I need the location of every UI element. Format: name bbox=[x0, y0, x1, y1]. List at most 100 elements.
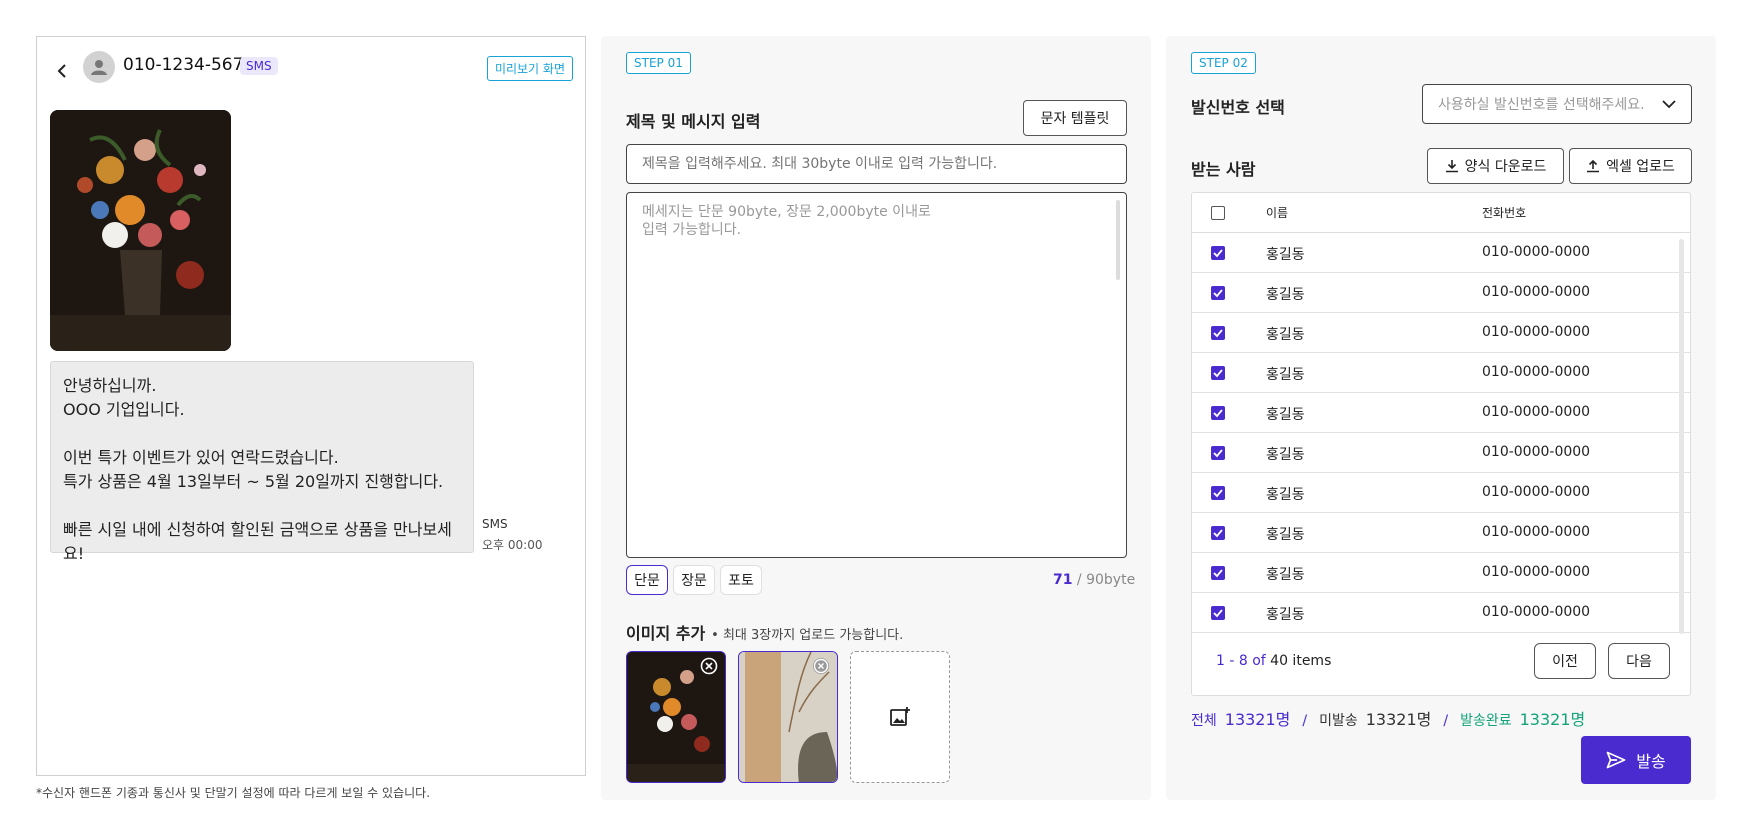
table-row[interactable]: 홍길동 010-0000-0000 bbox=[1192, 313, 1690, 353]
row-checkbox[interactable] bbox=[1211, 486, 1225, 500]
summary-unsent-label: 미발송 bbox=[1319, 713, 1358, 729]
template-button[interactable]: 문자 템플릿 bbox=[1023, 100, 1127, 136]
upload-icon bbox=[1587, 159, 1600, 173]
message-type-badge: SMS bbox=[240, 57, 278, 75]
row-name: 홍길동 bbox=[1266, 327, 1305, 343]
step2-panel: STEP 02 발신번호 선택 사용하실 발신번호를 선택해주세요. 받는 사람… bbox=[1166, 36, 1716, 800]
page-range: 1 - 8 of bbox=[1216, 653, 1266, 669]
header-phone: 전화번호 bbox=[1482, 206, 1527, 220]
type-long-button[interactable]: 장문 bbox=[673, 565, 715, 595]
download-icon bbox=[1445, 160, 1458, 173]
table-row[interactable]: 홍길동 010-0000-0000 bbox=[1192, 393, 1690, 433]
page-info: 1 - 8 of 40 items bbox=[1216, 653, 1331, 669]
back-icon[interactable] bbox=[51, 59, 75, 83]
message-bubble: 안녕하십니까. OOO 기업입니다. 이번 특가 이벤트가 있어 연락드렸습니다… bbox=[50, 361, 474, 563]
row-checkbox[interactable] bbox=[1211, 286, 1225, 300]
row-name: 홍길동 bbox=[1266, 447, 1305, 463]
row-phone: 010-0000-0000 bbox=[1482, 484, 1591, 500]
row-checkbox[interactable] bbox=[1211, 246, 1225, 260]
next-page-button[interactable]: 다음 bbox=[1608, 643, 1670, 679]
header-name: 이름 bbox=[1266, 206, 1289, 220]
recipient-phone: 010-1234-5678 bbox=[123, 55, 255, 75]
message-preview-panel: 010-1234-5678 SMS 미리보기 화면 안녕하십니까. OOO 기업… bbox=[36, 36, 586, 776]
byte-count: 71 bbox=[1053, 572, 1073, 588]
select-all-checkbox[interactable] bbox=[1211, 206, 1225, 220]
page-total: 40 items bbox=[1265, 653, 1332, 669]
row-name: 홍길동 bbox=[1266, 527, 1305, 543]
table-row[interactable]: 홍길동 010-0000-0000 bbox=[1192, 273, 1690, 313]
step1-panel: STEP 01 제목 및 메시지 입력 문자 템플릿 메세지는 단문 90byt… bbox=[601, 36, 1151, 800]
recipients-title: 받는 사람 bbox=[1191, 160, 1256, 179]
row-checkbox[interactable] bbox=[1211, 606, 1225, 620]
send-icon bbox=[1606, 751, 1626, 769]
person-icon bbox=[91, 60, 107, 75]
download-template-button[interactable]: 양식 다운로드 bbox=[1427, 148, 1564, 184]
table-row[interactable]: 홍길동 010-0000-0000 bbox=[1192, 593, 1690, 633]
send-summary: 전체 13321명 / 미발송 13321명 / 발송완료 13321명 bbox=[1191, 706, 1585, 730]
message-meta-time: 오후 00:00 bbox=[482, 538, 543, 552]
table-row[interactable]: 홍길동 010-0000-0000 bbox=[1192, 473, 1690, 513]
subject-input[interactable] bbox=[626, 144, 1127, 184]
row-phone: 010-0000-0000 bbox=[1482, 364, 1591, 380]
send-button[interactable]: 발송 bbox=[1581, 736, 1691, 784]
row-phone: 010-0000-0000 bbox=[1482, 524, 1591, 540]
row-phone: 010-0000-0000 bbox=[1482, 404, 1591, 420]
image-section-header: 이미지 추가 • 최대 3장까지 업로드 가능합니다. bbox=[626, 620, 903, 644]
excel-upload-button[interactable]: 엑셀 업로드 bbox=[1569, 148, 1692, 184]
summary-total-label: 전체 bbox=[1191, 713, 1217, 729]
download-template-label: 양식 다운로드 bbox=[1464, 159, 1547, 175]
send-button-label: 발송 bbox=[1636, 752, 1666, 771]
row-phone: 010-0000-0000 bbox=[1482, 244, 1591, 260]
summary-sent-value: 13321명 bbox=[1519, 710, 1586, 729]
table-row[interactable]: 홍길동 010-0000-0000 bbox=[1192, 233, 1690, 273]
message-textarea[interactable]: 메세지는 단문 90byte, 장문 2,000byte 이내로 입력 가능합니… bbox=[626, 192, 1127, 558]
remove-image-2-icon[interactable] bbox=[812, 657, 830, 675]
row-name: 홍길동 bbox=[1266, 567, 1305, 583]
sender-title: 발신번호 선택 bbox=[1191, 98, 1285, 117]
summary-unsent-value: 13321명 bbox=[1365, 710, 1432, 729]
row-name: 홍길동 bbox=[1266, 287, 1305, 303]
row-phone: 010-0000-0000 bbox=[1482, 324, 1591, 340]
row-name: 홍길동 bbox=[1266, 407, 1305, 423]
table-body: 홍길동 010-0000-0000 홍길동 010-0000-0000 홍길동 010-0… bbox=[1192, 233, 1690, 633]
row-checkbox[interactable] bbox=[1211, 366, 1225, 380]
step2-badge: STEP 02 bbox=[1191, 52, 1256, 74]
table-scrollbar[interactable] bbox=[1679, 239, 1684, 634]
sender-select[interactable]: 사용하실 발신번호를 선택해주세요. bbox=[1422, 84, 1692, 124]
row-checkbox[interactable] bbox=[1211, 446, 1225, 460]
image-section-title: 이미지 추가 bbox=[626, 624, 706, 643]
row-checkbox[interactable] bbox=[1211, 526, 1225, 540]
textarea-scrollbar[interactable] bbox=[1116, 200, 1120, 280]
avatar bbox=[83, 51, 115, 83]
row-checkbox[interactable] bbox=[1211, 326, 1225, 340]
table-row[interactable]: 홍길동 010-0000-0000 bbox=[1192, 513, 1690, 553]
preview-screen-button[interactable]: 미리보기 화면 bbox=[486, 56, 573, 81]
remove-image-1-icon[interactable] bbox=[700, 657, 718, 675]
row-phone: 010-0000-0000 bbox=[1482, 284, 1591, 300]
add-image-button[interactable] bbox=[850, 651, 950, 783]
row-phone: 010-0000-0000 bbox=[1482, 564, 1591, 580]
table-row[interactable]: 홍길동 010-0000-0000 bbox=[1192, 433, 1690, 473]
row-name: 홍길동 bbox=[1266, 247, 1305, 263]
chevron-down-icon bbox=[1662, 99, 1676, 108]
type-short-button[interactable]: 단문 bbox=[626, 565, 668, 595]
table-pagination: 1 - 8 of 40 items 이전 다음 bbox=[1192, 631, 1690, 695]
row-phone: 010-0000-0000 bbox=[1482, 444, 1591, 460]
add-image-icon bbox=[890, 707, 910, 726]
type-photo-button[interactable]: 포토 bbox=[720, 565, 762, 595]
sender-select-placeholder: 사용하실 발신번호를 선택해주세요. bbox=[1438, 97, 1645, 113]
table-row[interactable]: 홍길동 010-0000-0000 bbox=[1192, 553, 1690, 593]
summary-sep-1: / bbox=[1302, 713, 1308, 729]
excel-upload-label: 엑셀 업로드 bbox=[1606, 159, 1675, 175]
summary-sent-label: 발송완료 bbox=[1460, 713, 1512, 729]
summary-sep-2: / bbox=[1443, 713, 1449, 729]
recipients-table: 이름 전화번호 홍길동 010-0000-0000 홍길동 010-0000-0000… bbox=[1191, 192, 1691, 696]
row-checkbox[interactable] bbox=[1211, 566, 1225, 580]
step1-title: 제목 및 메시지 입력 bbox=[626, 112, 761, 131]
row-checkbox[interactable] bbox=[1211, 406, 1225, 420]
prev-page-button[interactable]: 이전 bbox=[1534, 643, 1596, 679]
row-name: 홍길동 bbox=[1266, 607, 1305, 623]
row-name: 홍길동 bbox=[1266, 367, 1305, 383]
table-row[interactable]: 홍길동 010-0000-0000 bbox=[1192, 353, 1690, 393]
attached-image bbox=[50, 110, 231, 351]
